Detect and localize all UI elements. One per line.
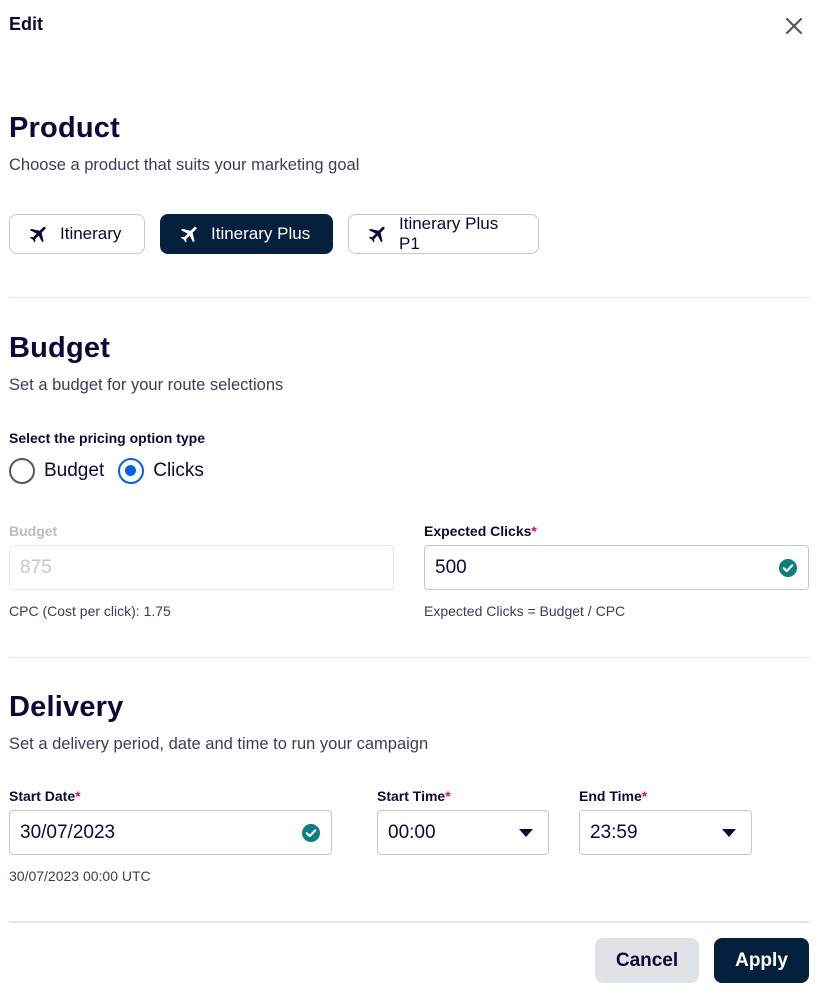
product-section-title: Product bbox=[9, 112, 120, 144]
start-time-label: Start Time* bbox=[377, 788, 451, 804]
check-circle-icon bbox=[302, 823, 320, 842]
product-section-subtitle: Choose a product that suits your marketi… bbox=[9, 156, 360, 174]
expected-clicks-helper-text: Expected Clicks = Budget / CPC bbox=[424, 603, 626, 619]
caret-down-icon bbox=[519, 828, 533, 837]
end-time-value: 23:59 bbox=[590, 821, 638, 843]
divider bbox=[9, 657, 809, 658]
required-mark: * bbox=[75, 788, 81, 804]
footer-divider bbox=[9, 921, 809, 923]
radio-label: Budget bbox=[44, 460, 105, 481]
plane-icon bbox=[180, 226, 197, 243]
required-mark: * bbox=[641, 788, 648, 804]
product-option-label: Itinerary bbox=[60, 224, 122, 243]
delivery-section-subtitle: Set a delivery period, date and time to … bbox=[9, 735, 429, 753]
required-mark: * bbox=[531, 523, 537, 539]
product-option-itinerary-plus-p1[interactable]: Itinerary Plus P1 bbox=[348, 214, 539, 254]
budget-section-title: Budget bbox=[9, 332, 111, 364]
cancel-button[interactable]: Cancel bbox=[595, 938, 699, 983]
expected-clicks-label: Expected Clicks* bbox=[424, 523, 537, 539]
plane-icon bbox=[368, 226, 385, 243]
expected-clicks-value: 500 bbox=[435, 556, 467, 578]
plane-icon bbox=[29, 226, 46, 243]
dialog-header: Edit bbox=[0, 0, 822, 50]
start-date-value: 30/07/2023 bbox=[20, 821, 116, 843]
start-time-select[interactable]: 00:00 bbox=[377, 810, 549, 855]
pricing-radio-clicks[interactable]: Clicks bbox=[118, 458, 204, 484]
budget-section-subtitle: Set a budget for your route selections bbox=[9, 376, 284, 394]
delivery-section-title: Delivery bbox=[9, 691, 124, 723]
product-option-itinerary-plus[interactable]: Itinerary Plus bbox=[160, 214, 333, 254]
expected-clicks-input[interactable]: 500 bbox=[424, 545, 809, 590]
end-time-label: End Time* bbox=[579, 788, 647, 804]
start-date-label-text: Start Date bbox=[9, 788, 76, 804]
start-date-input[interactable]: 30/07/2023 bbox=[9, 810, 332, 855]
check-circle-icon bbox=[779, 558, 797, 577]
divider bbox=[9, 297, 809, 298]
end-time-label-text: End Time bbox=[579, 788, 642, 804]
pricing-radio-budget[interactable]: Budget bbox=[9, 458, 104, 484]
required-mark: * bbox=[445, 788, 451, 804]
start-date-label: Start Date* bbox=[9, 788, 81, 804]
product-option-itinerary[interactable]: Itinerary bbox=[9, 214, 145, 254]
caret-down-icon bbox=[722, 828, 736, 837]
pricing-option-label: Select the pricing option type bbox=[9, 430, 206, 446]
radio-circle[interactable] bbox=[118, 458, 145, 484]
end-time-select[interactable]: 23:59 bbox=[579, 810, 752, 855]
apply-button[interactable]: Apply bbox=[714, 938, 809, 983]
start-time-label-text: Start Time bbox=[377, 788, 446, 804]
cpc-helper-text: CPC (Cost per click): 1.75 bbox=[9, 603, 171, 619]
expected-clicks-label-text: Expected Clicks bbox=[424, 523, 532, 539]
start-date-helper-text: 30/07/2023 00:00 UTC bbox=[9, 868, 151, 884]
budget-field-label: Budget bbox=[9, 523, 58, 539]
pricing-option-radio-group: Budget Clicks bbox=[9, 456, 218, 486]
radio-label: Clicks bbox=[153, 460, 204, 481]
start-time-value: 00:00 bbox=[388, 821, 436, 843]
budget-input-value: 875 bbox=[20, 556, 52, 578]
dialog-title: Edit bbox=[9, 14, 43, 34]
radio-circle[interactable] bbox=[9, 458, 35, 484]
budget-input[interactable]: 875 bbox=[9, 545, 394, 590]
close-icon[interactable] bbox=[782, 14, 806, 38]
product-option-label: Itinerary Plus bbox=[211, 224, 311, 243]
product-option-label: Itinerary Plus P1 bbox=[399, 214, 499, 253]
